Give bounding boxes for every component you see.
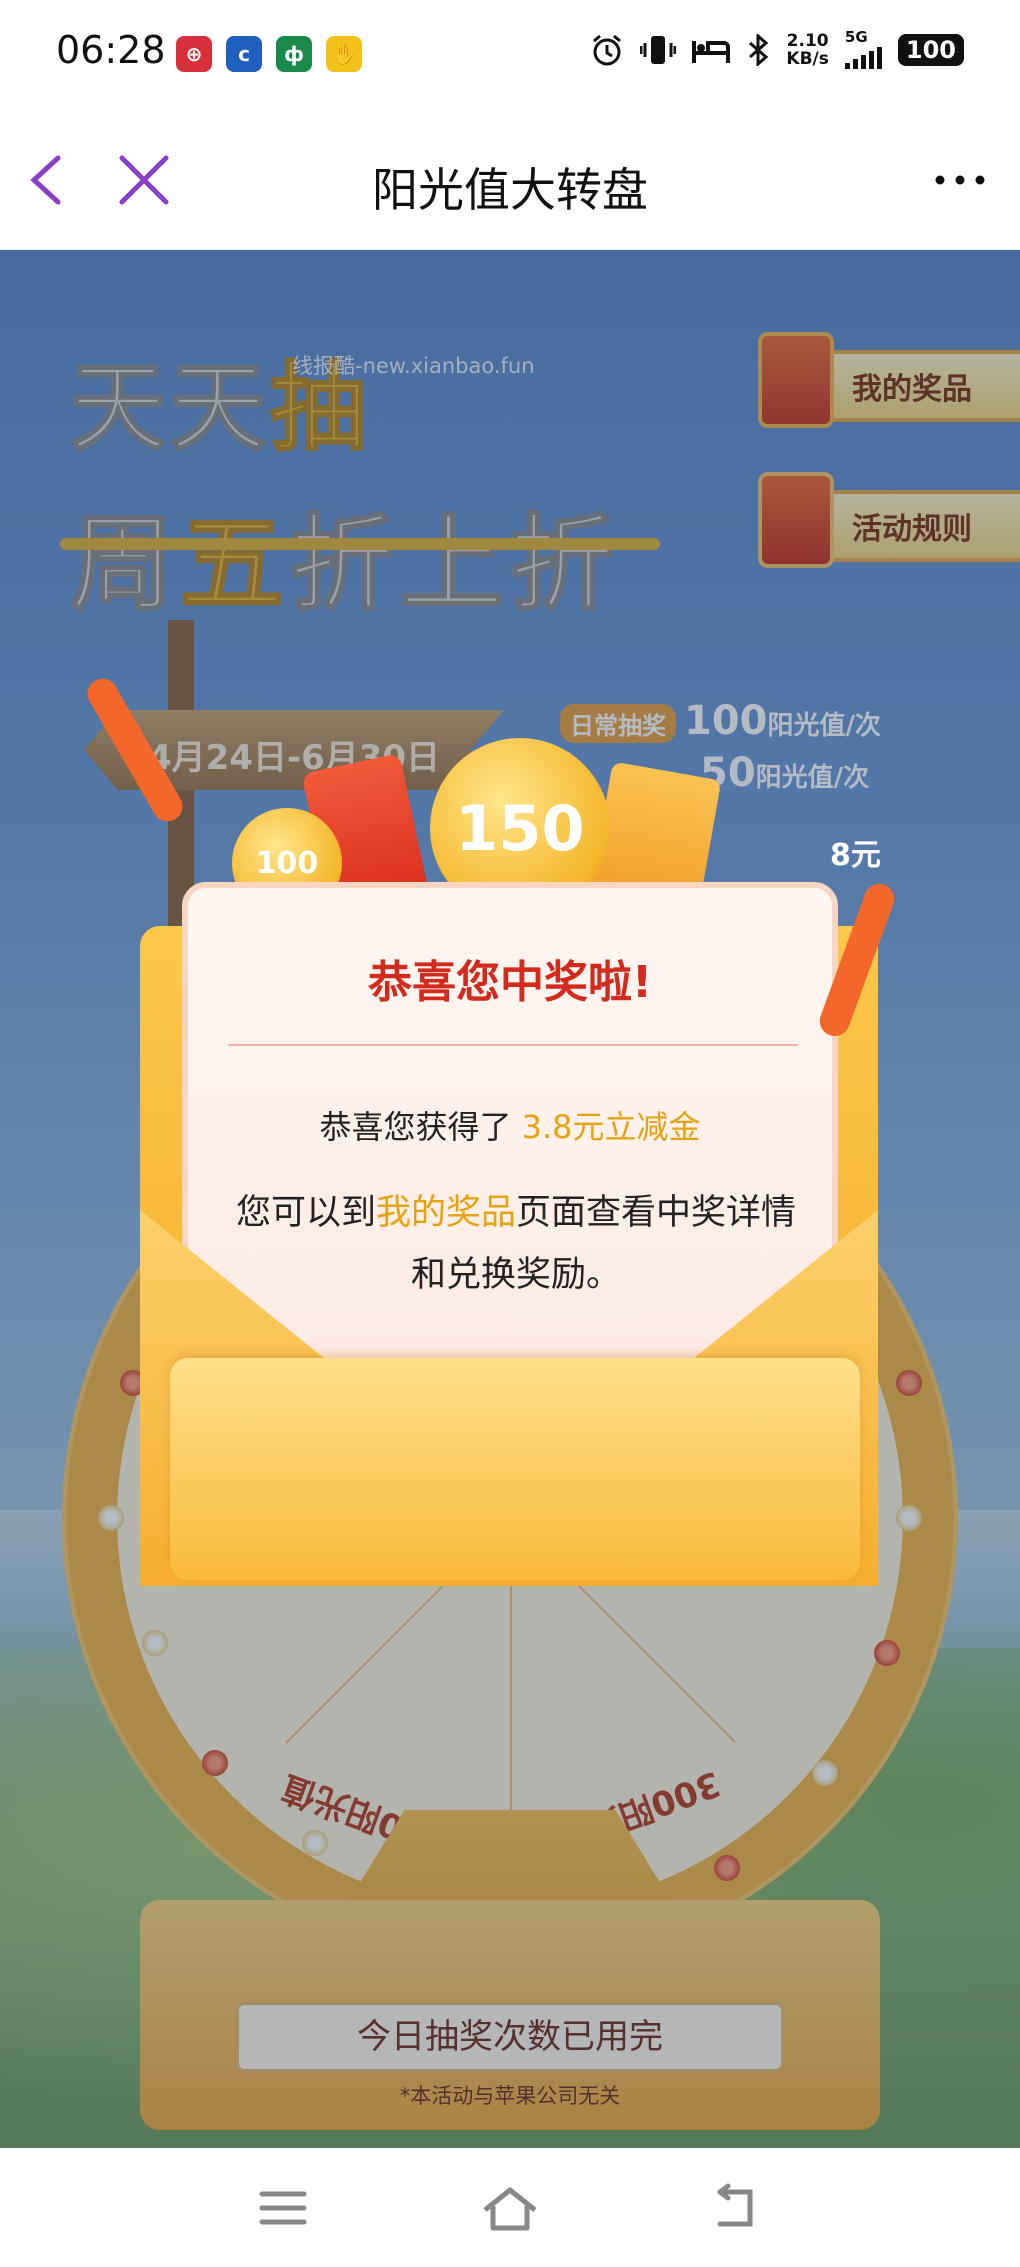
back-nav-button[interactable] <box>700 2178 770 2238</box>
status-time: 06:28 <box>56 28 166 72</box>
menu-button[interactable] <box>248 2178 318 2238</box>
prize-name: 3.8元立减金 <box>521 1108 701 1146</box>
nav-bar: 阳光值大转盘 <box>0 110 1020 250</box>
network-speed: 2.10 KB/s <box>786 32 828 68</box>
menu-lines-icon <box>259 2191 307 2225</box>
home-icon <box>483 2187 537 2231</box>
instructions-prefix: 您可以到 <box>235 1193 376 1233</box>
speed-unit: KB/s <box>786 48 829 69</box>
agri-bank-app-icon: ф <box>276 36 312 72</box>
page-title: 阳光值大转盘 <box>372 163 648 217</box>
bank-app-icon: ⊕ <box>176 36 212 72</box>
prize-message-prefix: 恭喜您获得了 <box>319 1108 522 1146</box>
network-type: 5G <box>844 28 868 46</box>
payment-app-icon: c <box>226 36 262 72</box>
cellular-group: 5G <box>844 28 882 69</box>
speed-value: 2.10 <box>786 30 829 51</box>
status-bar: 06:28 ⊕ c ф ✋ 2.10 KB/s 5G 100 <box>0 0 1020 110</box>
system-nav-bar <box>0 2148 1020 2267</box>
modal-title: 恭喜您中奖啦! <box>367 957 653 1008</box>
return-icon <box>717 2183 753 2227</box>
my-prizes-link[interactable]: 我的奖品 <box>376 1193 516 1233</box>
side-amount: 8元 <box>830 838 881 873</box>
bed-icon <box>692 40 731 63</box>
home-button[interactable] <box>475 2178 545 2238</box>
battery-indicator: 100 <box>897 33 964 66</box>
prize-instructions: 您可以到我的奖品页面查看中奖详情和兑换奖励。 <box>228 1182 804 1306</box>
prize-message: 恭喜您获得了 3.8元立减金 <box>188 1102 832 1148</box>
notification-icons: ⊕ c ф ✋ <box>176 36 362 72</box>
envelope-front <box>170 1358 860 1580</box>
status-indicators: 2.10 KB/s 5G 100 <box>590 30 964 69</box>
more-button[interactable] <box>930 160 990 200</box>
bluetooth-icon <box>749 33 769 66</box>
alarm-icon <box>593 34 622 65</box>
modal-divider <box>228 1044 798 1046</box>
signal-icon <box>844 45 882 69</box>
lucky-wheel-page: 天天抽 周五折上折 线报酷-new.xianbao.fun 我的奖品 活动规则 … <box>0 250 1020 2148</box>
hand-app-icon: ✋ <box>326 36 362 72</box>
vibrate-icon <box>640 35 677 64</box>
more-dots-icon <box>935 175 985 185</box>
